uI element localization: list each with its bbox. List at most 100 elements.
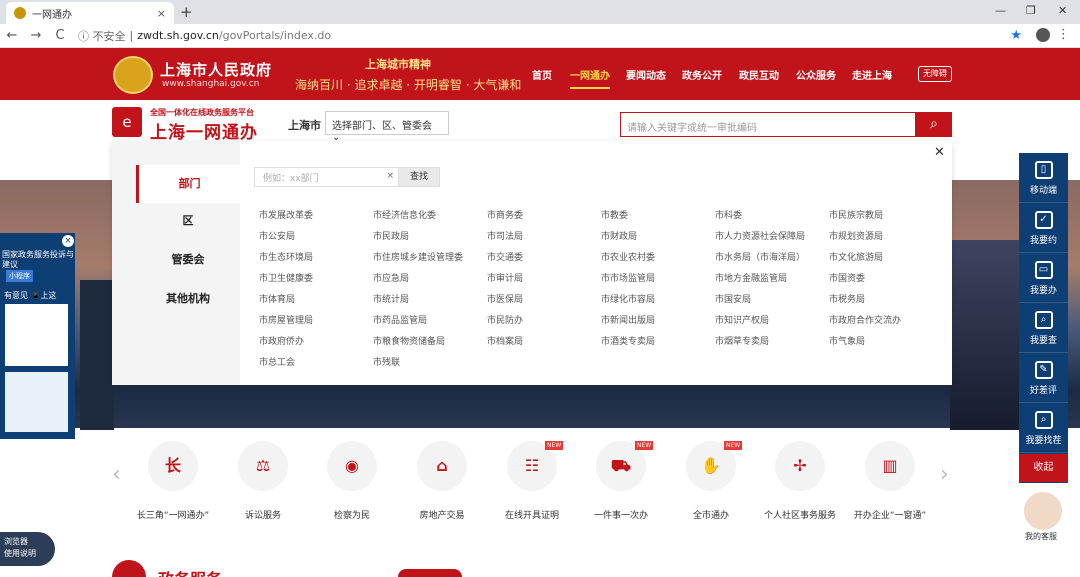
account-icon[interactable]: [1036, 28, 1050, 42]
agency-link[interactable]: 市气象局: [829, 334, 943, 347]
agency-link[interactable]: 市民防办: [487, 313, 601, 326]
agency-link[interactable]: 市农业农村委: [601, 250, 715, 263]
service-item[interactable]: ⚖ 诉讼服务: [218, 441, 308, 521]
agency-link[interactable]: 市新闻出版局: [601, 313, 715, 326]
agency-link[interactable]: 市国资委: [829, 271, 943, 284]
agency-link[interactable]: 市市场监管局: [601, 271, 715, 284]
browser-menu-icon[interactable]: ⋮: [1057, 27, 1070, 42]
accessibility-button[interactable]: 无障碍: [918, 66, 952, 82]
nav-about-shanghai[interactable]: 走进上海: [852, 67, 892, 82]
customer-service-avatar[interactable]: [1022, 490, 1064, 532]
agency-link[interactable]: 市人力资源社会保障局: [715, 229, 829, 242]
agency-link[interactable]: 市粮食物资储备局: [373, 334, 487, 347]
agency-link[interactable]: 市酒类专卖局: [601, 334, 715, 347]
left-float-close-icon[interactable]: ×: [62, 235, 74, 247]
service-item[interactable]: ✋ 全市通办: [666, 441, 756, 521]
carousel-prev-icon[interactable]: ‹: [112, 462, 121, 487]
search-button[interactable]: ⌕: [916, 112, 952, 137]
appointment-button[interactable]: ✓ 我要约: [1019, 203, 1068, 253]
agency-link[interactable]: 市司法局: [487, 229, 601, 242]
agency-link[interactable]: 市残联: [373, 355, 487, 368]
agency-link[interactable]: 市规划资源局: [829, 229, 943, 242]
service-item[interactable]: ▥ 开办企业“一窗通”: [845, 441, 935, 521]
bookmark-star-icon[interactable]: ★: [1010, 28, 1022, 43]
service-item[interactable]: ✢ 个人社区事务服务: [755, 441, 845, 521]
agency-link[interactable]: 市审计局: [487, 271, 601, 284]
reload-button[interactable]: C: [48, 28, 72, 43]
agency-link[interactable]: 市绿化市容局: [601, 292, 715, 305]
agency-link[interactable]: 市政府侨办: [259, 334, 373, 347]
panel-search-input[interactable]: 例如：xx部门 ×: [254, 167, 399, 187]
nav-interaction[interactable]: 政民互动: [739, 67, 779, 82]
agency-link[interactable]: 市发展改革委: [259, 208, 373, 221]
agency-link[interactable]: 市应急局: [373, 271, 487, 284]
dept-select[interactable]: 选择部门、区、管委会 ⌄: [325, 111, 449, 143]
gov-name[interactable]: 上海市人民政府: [160, 59, 272, 80]
agency-link[interactable]: 市水务局（市海洋局）: [715, 250, 829, 263]
agency-link[interactable]: 市住房城乡建设管理委: [373, 250, 487, 263]
panel-tab-other[interactable]: 其他机构: [136, 280, 240, 318]
agency-link[interactable]: 市税务局: [829, 292, 943, 305]
new-tab-button[interactable]: +: [180, 3, 193, 21]
agency-link[interactable]: 市公安局: [259, 229, 373, 242]
agency-link[interactable]: 市知识产权局: [715, 313, 829, 326]
agency-link[interactable]: 市文化旅游局: [829, 250, 943, 263]
nav-public-service[interactable]: 公众服务: [796, 67, 836, 82]
nav-news[interactable]: 要闻动态: [626, 67, 666, 82]
agency-link[interactable]: 市药品监管局: [373, 313, 487, 326]
minimize-button[interactable]: —: [995, 4, 1006, 17]
service-item[interactable]: ⛟ 一件事一次办: [576, 441, 666, 521]
site-search-input[interactable]: 请输入关键字或统一审批编码: [620, 112, 916, 137]
clear-icon[interactable]: ×: [386, 171, 394, 181]
agency-link[interactable]: 市财政局: [601, 229, 715, 242]
feedback-button[interactable]: ⌕ 我要找茬: [1019, 403, 1068, 453]
mobile-button[interactable]: ▯ 移动端: [1019, 153, 1068, 203]
service-item[interactable]: 长长三角“一网通办”: [128, 441, 218, 521]
window-close-button[interactable]: ✕: [1058, 4, 1067, 17]
agency-link[interactable]: 市科委: [715, 208, 829, 221]
service-item[interactable]: ◉ 检察为民: [307, 441, 397, 521]
nav-open-gov[interactable]: 政务公开: [682, 67, 722, 82]
apply-button[interactable]: ▭ 我要办: [1019, 253, 1068, 303]
panel-search-button[interactable]: 查找: [398, 167, 440, 187]
agency-link[interactable]: 市统计局: [373, 292, 487, 305]
browser-tab[interactable]: 一网通办 ×: [6, 2, 174, 24]
agency-link[interactable]: 市经济信息化委: [373, 208, 487, 221]
browser-guide-button[interactable]: 浏览器 使用说明: [0, 532, 55, 566]
agency-link[interactable]: 市档案局: [487, 334, 601, 347]
site-name[interactable]: 上海一网通办: [150, 118, 258, 143]
gov-emblem-icon[interactable]: [113, 56, 153, 94]
rating-button[interactable]: ✎ 好差评: [1019, 353, 1068, 403]
agency-link[interactable]: 市总工会: [259, 355, 373, 368]
service-item[interactable]: ⌂ 房地产交易: [397, 441, 487, 521]
back-button[interactable]: ←: [0, 28, 24, 43]
carousel-next-icon[interactable]: ›: [940, 462, 949, 487]
service-item[interactable]: ☷ 在线开具证明: [487, 441, 577, 521]
agency-link[interactable]: 市交通委: [487, 250, 601, 263]
security-indicator[interactable]: ⓘ 不安全: [78, 28, 126, 44]
agency-link[interactable]: 市商务委: [487, 208, 601, 221]
agency-link[interactable]: 市地方金融监管局: [715, 271, 829, 284]
query-button[interactable]: ⌕ 我要查: [1019, 303, 1068, 353]
panel-close-icon[interactable]: ✕: [934, 145, 945, 160]
forward-button[interactable]: →: [24, 28, 48, 43]
nav-yiwangtongban[interactable]: 一网通办: [570, 67, 610, 89]
maximize-button[interactable]: ❐: [1026, 4, 1036, 17]
agency-link[interactable]: 市卫生健康委: [259, 271, 373, 284]
collapse-button[interactable]: 收起: [1019, 454, 1068, 482]
panel-tab-department[interactable]: 部门: [136, 165, 240, 203]
tab-close-icon[interactable]: ×: [157, 7, 166, 20]
section-tab-active[interactable]: [398, 569, 462, 577]
yiwang-logo-icon[interactable]: e: [112, 107, 142, 137]
agency-link[interactable]: 市烟草专卖局: [715, 334, 829, 347]
agency-link[interactable]: 市民族宗教局: [829, 208, 943, 221]
agency-link[interactable]: 市政府合作交流办: [829, 313, 943, 326]
agency-link[interactable]: 市生态环境局: [259, 250, 373, 263]
agency-link[interactable]: 市教委: [601, 208, 715, 221]
agency-link[interactable]: 市体育局: [259, 292, 373, 305]
agency-link[interactable]: 市医保局: [487, 292, 601, 305]
agency-link[interactable]: 市民政局: [373, 229, 487, 242]
agency-link[interactable]: 市国安局: [715, 292, 829, 305]
nav-home[interactable]: 首页: [532, 67, 552, 82]
url-field[interactable]: ⓘ 不安全 | zwdt.sh.gov.cn /govPortals/index…: [78, 28, 331, 44]
